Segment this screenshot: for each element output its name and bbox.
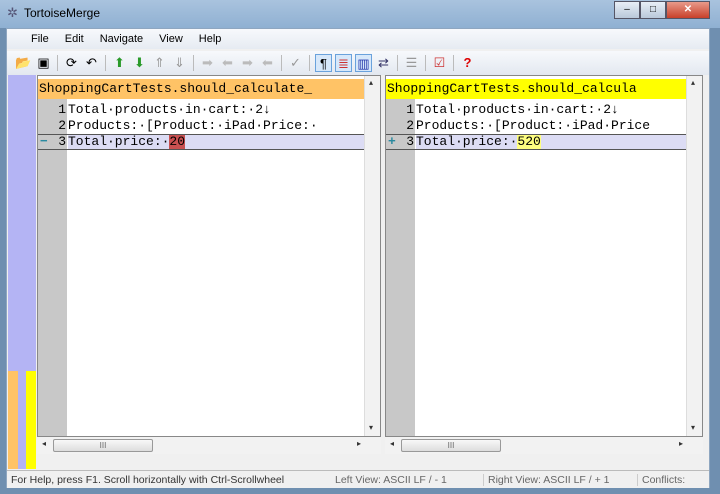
diff-line[interactable]: 2 Products:·[Product:·iPad·Price xyxy=(386,118,686,134)
line-number: 3 xyxy=(58,134,66,149)
prev-conflict-icon: ⇑ xyxy=(154,55,165,70)
line-text: Products:·[Product:·iPad·Price xyxy=(416,118,651,133)
open-button[interactable]: 📂 xyxy=(15,54,32,72)
next-difference-button[interactable]: ⬇ xyxy=(131,54,148,72)
toolbar-separator xyxy=(397,55,398,71)
status-bar: For Help, press F1. Scroll horizontally … xyxy=(7,470,709,488)
mark-resolved-icon: ✓ xyxy=(290,55,301,70)
minimize-button[interactable]: – xyxy=(614,1,640,19)
location-bar-right[interactable] xyxy=(26,75,36,469)
menu-bar: File Edit Navigate View Help xyxy=(7,29,709,49)
line-number: 1 xyxy=(58,102,66,117)
diff-line[interactable]: 2 Products:·[Product:·iPad·Price:· xyxy=(38,118,364,134)
changed-text: 20 xyxy=(169,134,186,149)
use-right-icon: ➡ xyxy=(202,55,213,70)
line-text: Total·products·in·cart:·2↓ xyxy=(416,102,619,117)
settings-icon: ☑ xyxy=(433,55,446,70)
use-left-button[interactable]: ⬅ xyxy=(219,54,236,72)
inline-diff-icon: ≣ xyxy=(338,56,349,71)
window-title: TortoiseMerge xyxy=(24,6,101,20)
help-button[interactable]: ? xyxy=(459,54,476,72)
reload-icon: ⟳ xyxy=(66,55,77,70)
toolbar: 📂 ▣ ⟳ ↶ ⬆ ⬇ ⇑ ⇓ ➡ ⬅ ➡ ⬅ ✓ ¶ ≣ ▥ ⇄ ☰ ☑? xyxy=(7,51,709,75)
line-text: Total·products·in·cart:·2↓ xyxy=(68,102,271,117)
diff-line[interactable]: 1 Total·products·in·cart:·2↓ xyxy=(386,102,686,118)
maximize-button[interactable]: □ xyxy=(640,1,666,19)
main-window: File Edit Navigate View Help 📂 ▣ ⟳ ↶ ⬆ ⬇ ⇑ ⇓ ➡ ⬅ ➡ ⬅ ✓ ¶ ≣… xyxy=(6,28,710,488)
menu-view[interactable]: View xyxy=(151,29,191,49)
left-file-header: ShoppingCartTests.should_calculate_ xyxy=(38,79,364,99)
save-button[interactable]: ▣ xyxy=(35,54,52,72)
line-text: Total·price:· xyxy=(416,134,518,149)
line-diff-icon: ☰ xyxy=(405,55,418,70)
right-file-header: ShoppingCartTests.should_calcula xyxy=(386,79,686,99)
prev-difference-button[interactable]: ⬆ xyxy=(111,54,128,72)
next-conflict-button[interactable]: ⇓ xyxy=(171,54,188,72)
right-view[interactable]: ShoppingCartTests.should_calcula 1 Total·… xyxy=(385,75,703,437)
mark-resolved-button[interactable]: ✓ xyxy=(287,54,304,72)
undo-icon: ↶ xyxy=(86,55,97,70)
help-icon: ? xyxy=(463,55,472,70)
line-number: 2 xyxy=(406,118,414,133)
diff-line[interactable]: +3 Total·price:·520 xyxy=(386,134,686,150)
save-icon: ▣ xyxy=(37,55,50,70)
location-bar-left[interactable] xyxy=(8,75,18,469)
changed-text: 520 xyxy=(517,134,541,149)
next-conflict-icon: ⇓ xyxy=(174,55,185,70)
inline-diff-button[interactable]: ≣ xyxy=(335,54,352,72)
use-right-button[interactable]: ➡ xyxy=(199,54,216,72)
left-vertical-scrollbar[interactable]: ▴ ▾ xyxy=(364,76,380,436)
left-view[interactable]: ShoppingCartTests.should_calculate_ 1 Tot… xyxy=(37,75,381,437)
line-diff-button[interactable]: ☰ xyxy=(403,54,420,72)
toolbar-separator xyxy=(425,55,426,71)
status-left-view: Left View: ASCII LF / - 1 xyxy=(335,474,447,486)
toolbar-separator xyxy=(453,55,454,71)
use-right-block-button[interactable]: ➡ xyxy=(239,54,256,72)
open-icon: 📂 xyxy=(15,55,32,70)
close-button[interactable]: ✕ xyxy=(666,1,710,19)
location-bar-middle[interactable] xyxy=(18,75,26,469)
switch-views-icon: ⇄ xyxy=(378,55,389,70)
status-help: For Help, press F1. Scroll horizontally … xyxy=(11,474,285,486)
menu-help[interactable]: Help xyxy=(191,29,230,49)
right-horizontal-scrollbar[interactable]: ◂ III ▸ xyxy=(385,437,703,454)
diff-line[interactable]: −3 Total·price:·20 xyxy=(38,134,364,150)
diff-line[interactable]: 1 Total·products·in·cart:·2↓ xyxy=(38,102,364,118)
use-left-icon: ⬅ xyxy=(222,55,233,70)
line-text: Total·price:· xyxy=(68,134,170,149)
toolbar-separator xyxy=(57,55,58,71)
status-right-view: Right View: ASCII LF / + 1 xyxy=(483,474,610,486)
reload-button[interactable]: ⟳ xyxy=(63,54,80,72)
next-difference-icon: ⬇ xyxy=(134,55,145,70)
switch-views-button[interactable]: ⇄ xyxy=(375,54,392,72)
menu-edit[interactable]: Edit xyxy=(57,29,92,49)
settings-button[interactable]: ☑ xyxy=(431,54,448,72)
toolbar-separator xyxy=(309,55,310,71)
use-left-block-icon: ⬅ xyxy=(262,55,273,70)
side-by-side-icon: ▥ xyxy=(357,56,370,71)
toolbar-separator xyxy=(193,55,194,71)
toolbar-separator xyxy=(281,55,282,71)
line-text: Products:·[Product:·iPad·Price:· xyxy=(68,118,318,133)
status-conflicts: Conflicts: xyxy=(637,474,685,486)
side-by-side-button[interactable]: ▥ xyxy=(355,54,372,72)
whitespace-button[interactable]: ¶ xyxy=(315,54,332,72)
toolbar-separator xyxy=(105,55,106,71)
right-vertical-scrollbar[interactable]: ▴ ▾ xyxy=(686,76,702,436)
menu-navigate[interactable]: Navigate xyxy=(92,29,151,49)
menu-file[interactable]: File xyxy=(23,29,57,49)
use-left-block-button[interactable]: ⬅ xyxy=(259,54,276,72)
title-bar: ✲ TortoiseMerge – □ ✕ xyxy=(0,0,720,28)
line-number: 1 xyxy=(406,102,414,117)
line-number: 3 xyxy=(406,134,414,149)
left-horizontal-scrollbar[interactable]: ◂ III ▸ xyxy=(37,437,381,454)
prev-difference-icon: ⬆ xyxy=(114,55,125,70)
whitespace-icon: ¶ xyxy=(320,56,327,71)
line-number: 2 xyxy=(58,118,66,133)
undo-button[interactable]: ↶ xyxy=(83,54,100,72)
prev-conflict-button[interactable]: ⇑ xyxy=(151,54,168,72)
tortoise-icon: ✲ xyxy=(7,5,18,20)
use-right-block-icon: ➡ xyxy=(242,55,253,70)
